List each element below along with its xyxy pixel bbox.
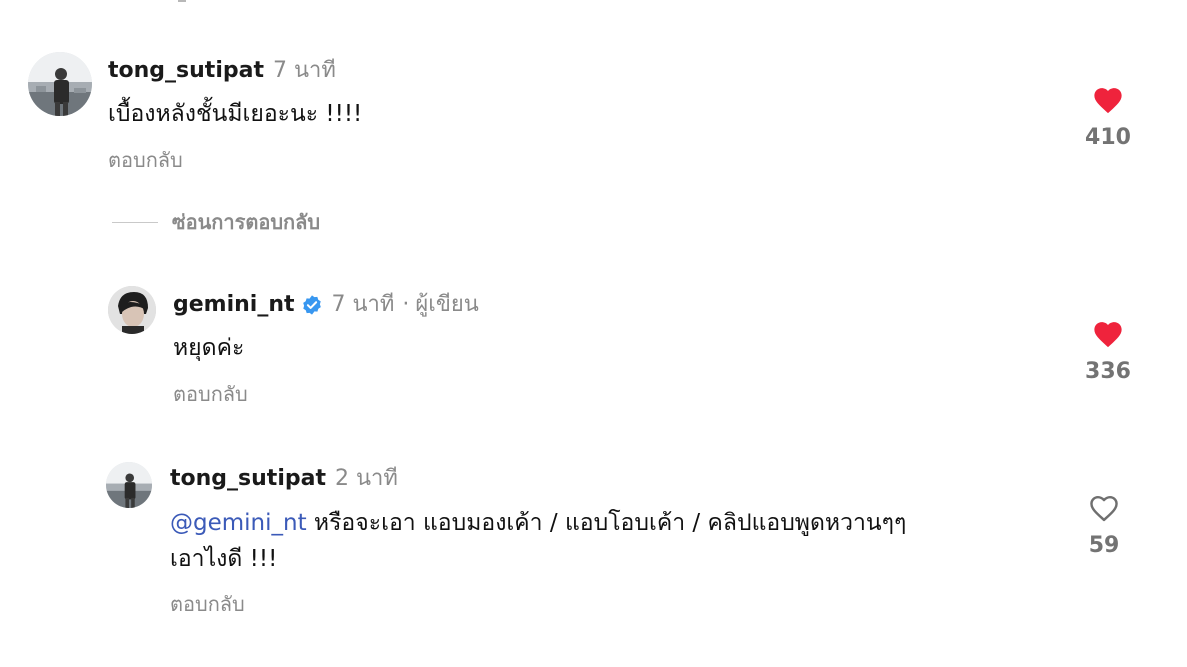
comment-text: @gemini_nt หรือจะเอา แอบมองเค้า / แอบโอบ… [170, 505, 1050, 577]
avatar[interactable] [28, 52, 92, 116]
comment-text: หยุดค่ะ [173, 335, 245, 361]
reply-button[interactable]: ตอบกลับ [170, 590, 245, 618]
username[interactable]: tong_sutipat [170, 464, 326, 494]
username[interactable]: gemini_nt [173, 290, 295, 320]
reply-button[interactable]: ตอบกลับ [108, 146, 183, 174]
hide-replies-toggle[interactable]: ซ่อนการตอบกลับ [112, 208, 320, 236]
mention-link[interactable]: @gemini_nt [170, 510, 307, 536]
heart-filled-icon[interactable] [1091, 84, 1125, 114]
like-count: 410 [1085, 125, 1131, 150]
comment-header: gemini_nt 7 นาที · ผู้เขียน [173, 290, 479, 320]
scroll-hint [178, 0, 186, 2]
comment-text-line1: หรือจะเอา แอบมองเค้า / แอบโอบเค้า / คลิป… [313, 510, 907, 536]
username[interactable]: tong_sutipat [108, 56, 264, 86]
timestamp: 2 นาที [334, 466, 398, 491]
like-count: 336 [1085, 359, 1131, 384]
like-count: 59 [1088, 533, 1120, 558]
author-tag: ผู้เขียน [415, 292, 479, 317]
comment-text: เบื้องหลังชั้นมีเยอะนะ !!!! [108, 101, 363, 127]
hide-replies-label[interactable]: ซ่อนการตอบกลับ [172, 208, 320, 236]
timestamp: 7 นาที [272, 58, 336, 83]
reply-button[interactable]: ตอบกลับ [173, 380, 248, 408]
comment-header: tong_sutipat 7 นาที [108, 56, 336, 86]
like-section: 59 [1064, 492, 1144, 560]
comment-header: tong_sutipat 2 นาที [170, 464, 398, 494]
verified-badge-icon [302, 295, 321, 315]
like-section: 336 [1068, 318, 1148, 386]
heart-outline-icon[interactable] [1087, 492, 1121, 522]
heart-filled-icon[interactable] [1091, 318, 1125, 348]
avatar[interactable] [106, 462, 152, 508]
comment-text-line2: เอาไงดี !!! [170, 546, 278, 572]
avatar[interactable] [108, 286, 156, 334]
like-section: 410 [1068, 84, 1148, 152]
comments-panel: tong_sutipat 7 นาที เบื้องหลังชั้นมีเยอะ… [0, 0, 1187, 667]
separator-dot: · [402, 292, 410, 317]
timestamp: 7 นาที [331, 292, 395, 317]
divider [112, 221, 158, 223]
